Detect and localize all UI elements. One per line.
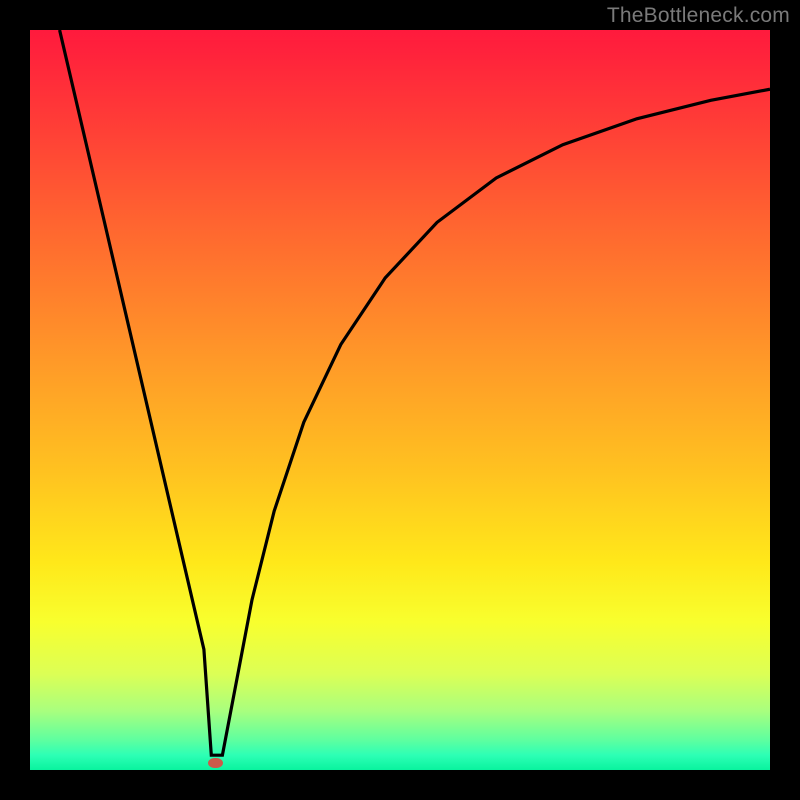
chart-curve-layer bbox=[30, 30, 770, 770]
chart-plot-area bbox=[30, 30, 770, 770]
bottleneck-curve bbox=[60, 30, 770, 755]
chart-frame: TheBottleneck.com bbox=[0, 0, 800, 800]
source-label: TheBottleneck.com bbox=[607, 4, 790, 28]
